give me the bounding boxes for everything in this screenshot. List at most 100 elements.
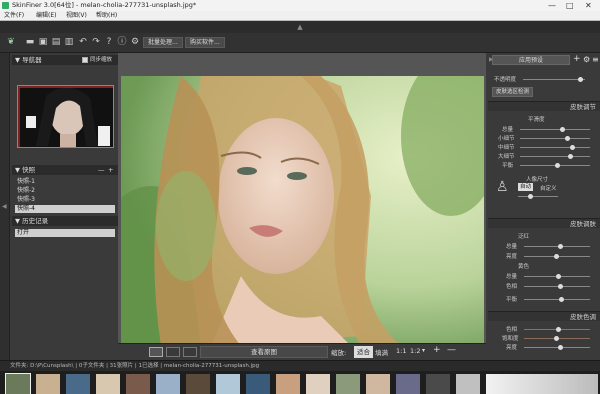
slider-knob[interactable] (555, 163, 560, 168)
navigator-header[interactable]: ▼ 导航器 同步缩放 (12, 55, 118, 65)
redness-brightness-slider[interactable] (524, 254, 590, 259)
opacity-knob[interactable] (578, 77, 583, 82)
filmstrip-thumbnail[interactable] (276, 374, 300, 394)
hue-slider[interactable] (524, 327, 590, 332)
yellow-hue-slider[interactable] (524, 284, 590, 289)
minimize-icon[interactable]: — (548, 0, 556, 11)
smooth-amount-slider[interactable] (520, 127, 590, 132)
filmstrip-thumbnail[interactable] (5, 373, 31, 394)
tone-balance-slider[interactable] (524, 297, 590, 302)
navigator-thumbnail[interactable] (17, 85, 114, 148)
auto-size-button[interactable]: 自动 (518, 183, 534, 191)
filmstrip-thumbnail[interactable] (336, 374, 360, 394)
info-icon[interactable]: ⓘ (117, 37, 127, 47)
slider-knob[interactable] (570, 145, 575, 150)
slider-knob[interactable] (554, 336, 559, 341)
image-canvas[interactable] (118, 53, 486, 366)
zoom-out-icon[interactable]: — (447, 345, 456, 355)
compare-view-icon[interactable] (183, 347, 197, 357)
filmstrip-thumbnail[interactable] (456, 374, 480, 394)
filmstrip-thumbnail[interactable] (216, 374, 240, 394)
history-item-selected[interactable]: 打开 (15, 229, 115, 237)
portrait-size-slider[interactable] (518, 194, 558, 199)
help-icon[interactable]: ? (104, 37, 114, 47)
redo-icon[interactable]: ↷ (91, 37, 101, 47)
zoom-1-2-button[interactable]: 1:2 (410, 347, 420, 355)
remove-snapshot-icon[interactable]: — (98, 165, 105, 175)
snapshots-header[interactable]: ▼ 快照 — + (12, 165, 118, 175)
filmstrip-thumbnail[interactable] (96, 374, 120, 394)
close-icon[interactable]: ✕ (585, 0, 592, 11)
slider-knob[interactable] (560, 127, 565, 132)
filmstrip-thumbnail[interactable] (366, 374, 390, 394)
slider-knob[interactable] (558, 244, 563, 249)
save-as-icon[interactable]: ▥ (64, 37, 74, 47)
preset-menu-icon[interactable]: ≡ (592, 55, 599, 64)
single-view-icon[interactable] (149, 347, 163, 357)
open-folder-icon[interactable]: ▬ (25, 37, 35, 47)
filmstrip-thumbnail[interactable] (396, 374, 420, 394)
settings-icon[interactable]: ⚙ (130, 37, 140, 47)
snapshot-item[interactable]: 快照-2 (15, 187, 115, 195)
snapshot-item-selected[interactable]: 快照-4 (15, 205, 115, 213)
undo-icon[interactable]: ↶ (78, 37, 88, 47)
slider-knob[interactable] (556, 327, 561, 332)
apply-preset-dropdown[interactable]: 应用预设 (492, 55, 570, 65)
skin-tone-header[interactable]: 皮肤调肤 (488, 218, 600, 228)
filmstrip-thumbnail[interactable] (486, 374, 598, 394)
collapse-top-toggle[interactable]: ▲ (0, 21, 600, 33)
collapse-left-icon[interactable]: ◀ (2, 203, 7, 210)
slider-knob[interactable] (558, 284, 563, 289)
slider-knob[interactable] (556, 274, 561, 279)
redness-amount-slider[interactable] (524, 244, 590, 249)
buy-software-button[interactable]: 购买软件... (185, 37, 225, 48)
view-original-button[interactable]: 查看原图 (200, 346, 328, 358)
opacity-slider[interactable] (523, 77, 585, 82)
skin-color-header[interactable]: 皮肤色调 (488, 311, 600, 321)
menu-edit[interactable]: 编辑(E) (36, 11, 56, 21)
slider-knob[interactable] (568, 154, 573, 159)
zoom-in-icon[interactable]: + (433, 345, 441, 355)
slider-knob[interactable] (554, 254, 559, 259)
add-preset-icon[interactable]: + (573, 54, 581, 64)
yellow-amount-slider[interactable] (524, 274, 590, 279)
menu-help[interactable]: 帮助(H) (96, 11, 117, 21)
saturation-slider[interactable] (524, 336, 590, 341)
slider-knob[interactable] (559, 297, 564, 302)
slider-knob[interactable] (558, 345, 563, 350)
small-detail-slider[interactable] (520, 136, 590, 141)
snapshot-item[interactable]: 快照-1 (15, 178, 115, 186)
save-icon[interactable]: ▤ (51, 37, 61, 47)
batch-process-button[interactable]: 批量处理... (143, 37, 183, 48)
skin-smoothing-header[interactable]: 皮肤调节 (488, 101, 600, 111)
filmstrip-thumbnail[interactable] (246, 374, 270, 394)
preset-settings-icon[interactable]: ⚙ (583, 55, 590, 64)
custom-size-label[interactable]: 自定义 (540, 184, 557, 192)
split-view-icon[interactable] (166, 347, 180, 357)
balance-slider[interactable] (520, 163, 590, 168)
zoom-1-1-button[interactable]: 1:1 (396, 347, 406, 355)
medium-detail-slider[interactable] (520, 145, 590, 150)
filmstrip-thumbnail[interactable] (306, 374, 330, 394)
filmstrip-thumbnail[interactable] (426, 374, 450, 394)
open-file-icon[interactable]: ▣ (38, 37, 48, 47)
menu-file[interactable]: 文件(F) (4, 11, 24, 21)
brightness-slider[interactable] (524, 345, 590, 350)
filmstrip-thumbnail[interactable] (126, 374, 150, 394)
slider-knob[interactable] (565, 136, 570, 141)
slider-knob[interactable] (528, 194, 533, 199)
zoom-dropdown-icon[interactable]: ▾ (422, 347, 425, 354)
history-header[interactable]: ▼ 历史记录 (12, 216, 118, 226)
skin-detect-button[interactable]: 皮肤选区检测 (492, 87, 534, 97)
filmstrip-thumbnail[interactable] (66, 374, 90, 394)
add-snapshot-icon[interactable]: + (108, 165, 113, 175)
zoom-fit-button[interactable]: 适合 (354, 346, 373, 358)
filmstrip-thumbnail[interactable] (186, 374, 210, 394)
maximize-icon[interactable]: □ (566, 0, 574, 11)
left-collapse-strip[interactable]: ◀ (0, 53, 10, 360)
large-detail-slider[interactable] (520, 154, 590, 159)
filmstrip-thumbnail[interactable] (156, 374, 180, 394)
filmstrip-thumbnail[interactable] (36, 374, 60, 394)
menu-view[interactable]: 视图(V) (66, 11, 87, 21)
snapshot-item[interactable]: 快照-3 (15, 196, 115, 204)
